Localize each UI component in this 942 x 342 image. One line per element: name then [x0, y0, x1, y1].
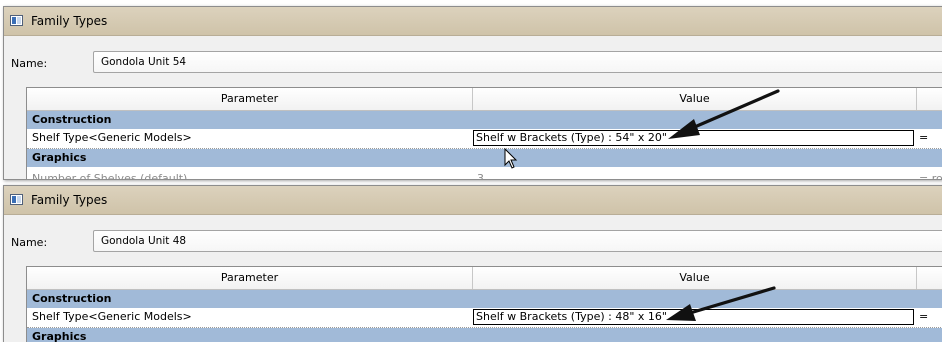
value-cell[interactable]: 3: [477, 170, 484, 179]
formula-cell[interactable]: = rou: [919, 170, 942, 179]
group-graphics[interactable]: Graphics: [27, 328, 942, 342]
parameter-name: Shelf Type<Generic Models>: [32, 310, 192, 323]
window-icon: [10, 194, 23, 205]
shelf-type-value-field[interactable]: Shelf w Brackets (Type) : 48" x 16": [473, 309, 914, 325]
column-header-formula[interactable]: [917, 267, 942, 289]
grid-header: Parameter Value: [27, 267, 942, 290]
parameters-grid: Parameter Value Construction Shelf Type<…: [26, 266, 942, 342]
column-header-parameter[interactable]: Parameter: [27, 88, 473, 110]
name-label: Name:: [11, 236, 48, 249]
column-header-value[interactable]: Value: [473, 88, 917, 110]
column-header-formula[interactable]: [917, 88, 942, 110]
parameters-grid: Parameter Value Construction Shelf Type<…: [26, 87, 942, 180]
dialog-titlebar[interactable]: Family Types: [4, 186, 942, 215]
window-icon: [10, 15, 23, 26]
dialog-title: Family Types: [31, 14, 108, 28]
parameter-name: Number of Shelves (default): [32, 172, 188, 180]
group-graphics[interactable]: Graphics: [27, 149, 942, 167]
column-header-value[interactable]: Value: [473, 267, 917, 289]
parameter-name: Shelf Type<Generic Models>: [32, 131, 192, 144]
family-types-dialog-bottom: Family Types Name: Gondola Unit 48 Param…: [3, 185, 942, 342]
group-construction[interactable]: Construction: [27, 111, 942, 129]
mouse-pointer-icon: [504, 148, 518, 169]
table-row-number-of-shelves[interactable]: Number of Shelves (default) 3 = rou: [27, 170, 942, 180]
type-name-dropdown[interactable]: Gondola Unit 54: [93, 51, 942, 73]
type-name-dropdown[interactable]: Gondola Unit 48: [93, 230, 942, 252]
dialog-titlebar[interactable]: Family Types: [4, 7, 942, 36]
table-row-shelf-type[interactable]: Shelf Type<Generic Models> Shelf w Brack…: [27, 129, 942, 149]
formula-cell[interactable]: =: [919, 308, 928, 326]
dialog-title: Family Types: [31, 193, 108, 207]
shelf-type-value-field[interactable]: Shelf w Brackets (Type) : 54" x 20": [473, 130, 914, 146]
table-row-shelf-type[interactable]: Shelf Type<Generic Models> Shelf w Brack…: [27, 308, 942, 328]
group-construction[interactable]: Construction: [27, 290, 942, 308]
name-label: Name:: [11, 57, 48, 70]
grid-header: Parameter Value: [27, 88, 942, 111]
family-types-dialog-top: Family Types Name: Gondola Unit 54 Param…: [3, 6, 942, 180]
column-header-parameter[interactable]: Parameter: [27, 267, 473, 289]
formula-cell[interactable]: =: [919, 129, 928, 147]
